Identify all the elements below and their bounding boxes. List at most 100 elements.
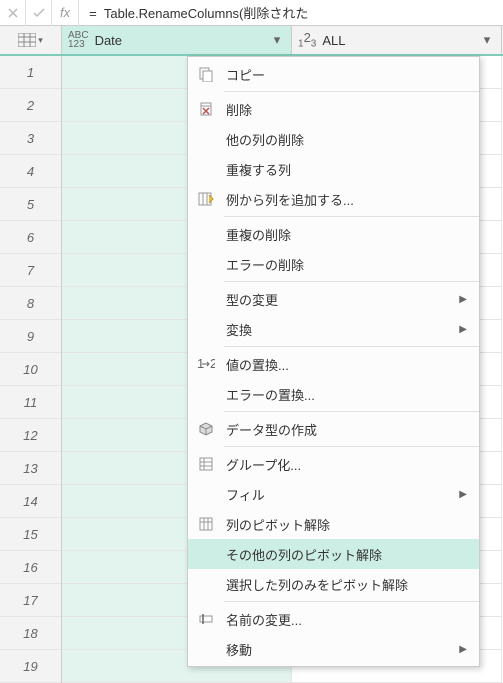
blank-icon — [188, 634, 224, 664]
menu-item[interactable]: 列のピボット解除 — [188, 509, 479, 539]
menu-item[interactable]: 型の変更▶ — [188, 284, 479, 314]
row-headers: 12345678910111213141516171819 — [0, 56, 62, 683]
menu-separator — [224, 411, 479, 412]
menu-item-label: コピー — [224, 65, 471, 84]
menu-item[interactable]: その他の列のピボット解除 — [188, 539, 479, 569]
submenu-arrow-icon: ▶ — [459, 644, 471, 655]
menu-item[interactable]: 変換▶ — [188, 314, 479, 344]
formula-bar: fx = Table.RenameColumns(削除された — [0, 0, 503, 26]
row-header[interactable]: 13 — [0, 452, 61, 485]
column-name-label: ALL — [322, 33, 479, 48]
menu-item-label: 重複する列 — [224, 160, 471, 179]
copy-icon — [188, 59, 224, 89]
menu-item[interactable]: データ型の作成 — [188, 414, 479, 444]
blank-icon — [188, 219, 224, 249]
menu-item-label: その他の列のピボット解除 — [224, 545, 471, 564]
menu-item-label: 他の列の削除 — [224, 130, 471, 149]
formula-confirm-button[interactable] — [26, 0, 52, 26]
menu-separator — [224, 216, 479, 217]
menu-item-label: 選択した列のみをピボット解除 — [224, 575, 471, 594]
column-context-menu: コピー削除他の列の削除重複する列例から列を追加する...重複の削除エラーの削除型… — [187, 56, 480, 667]
row-header[interactable]: 18 — [0, 617, 61, 650]
menu-item[interactable]: フィル▶ — [188, 479, 479, 509]
menu-item-label: 名前の変更... — [224, 610, 471, 629]
menu-item-label: 移動 — [224, 640, 459, 659]
row-header[interactable]: 1 — [0, 56, 61, 89]
select-all-corner[interactable]: ▾ — [0, 26, 62, 54]
row-header[interactable]: 5 — [0, 188, 61, 221]
blank-icon — [188, 249, 224, 279]
formula-cancel-button[interactable] — [0, 0, 26, 26]
menu-item-label: 例から列を追加する... — [224, 190, 471, 209]
submenu-arrow-icon: ▶ — [459, 324, 471, 335]
menu-item[interactable]: 選択した列のみをピボット解除 — [188, 569, 479, 599]
datatype-icon — [188, 414, 224, 444]
menu-item[interactable]: エラーの削除 — [188, 249, 479, 279]
row-header[interactable]: 7 — [0, 254, 61, 287]
menu-item-label: 重複の削除 — [224, 225, 471, 244]
blank-icon — [188, 379, 224, 409]
type-any-icon: ABC123 — [68, 31, 89, 49]
menu-item-label: 型の変更 — [224, 290, 459, 309]
row-header[interactable]: 15 — [0, 518, 61, 551]
blank-icon — [188, 479, 224, 509]
menu-item-label: 削除 — [224, 100, 471, 119]
menu-item[interactable]: 名前の変更... — [188, 604, 479, 634]
blank-icon — [188, 539, 224, 569]
row-header[interactable]: 8 — [0, 287, 61, 320]
row-header[interactable]: 16 — [0, 551, 61, 584]
row-header[interactable]: 14 — [0, 485, 61, 518]
menu-item[interactable]: 重複の削除 — [188, 219, 479, 249]
replace-icon: 12 — [188, 349, 224, 379]
dropdown-icon: ▾ — [38, 35, 43, 46]
menu-separator — [224, 601, 479, 602]
blank-icon — [188, 569, 224, 599]
menu-item[interactable]: 重複する列 — [188, 154, 479, 184]
rename-icon — [188, 604, 224, 634]
menu-item[interactable]: 例から列を追加する... — [188, 184, 479, 214]
menu-separator — [224, 446, 479, 447]
row-header[interactable]: 4 — [0, 155, 61, 188]
filter-dropdown-icon[interactable]: ▾ — [269, 32, 285, 48]
blank-icon — [188, 314, 224, 344]
menu-item[interactable]: エラーの置換... — [188, 379, 479, 409]
column-header-all[interactable]: 123ALL▾ — [292, 26, 502, 54]
group-icon — [188, 449, 224, 479]
column-header-date[interactable]: ABC123 Date▾ — [62, 26, 292, 54]
row-header[interactable]: 3 — [0, 122, 61, 155]
add-col-example-icon — [188, 184, 224, 214]
delete-icon — [188, 94, 224, 124]
table-icon — [18, 33, 36, 47]
svg-text:2: 2 — [210, 357, 215, 371]
menu-item-label: 列のピボット解除 — [224, 515, 471, 534]
menu-item[interactable]: コピー — [188, 59, 479, 89]
menu-item[interactable]: 12値の置換... — [188, 349, 479, 379]
row-header[interactable]: 17 — [0, 584, 61, 617]
blank-icon — [188, 124, 224, 154]
blank-icon — [188, 154, 224, 184]
blank-icon — [188, 284, 224, 314]
menu-item[interactable]: 他の列の削除 — [188, 124, 479, 154]
menu-item-label: グループ化... — [224, 455, 471, 474]
menu-separator — [224, 281, 479, 282]
menu-item[interactable]: 削除 — [188, 94, 479, 124]
menu-separator — [224, 346, 479, 347]
submenu-arrow-icon: ▶ — [459, 489, 471, 500]
row-header[interactable]: 2 — [0, 89, 61, 122]
row-header[interactable]: 10 — [0, 353, 61, 386]
fx-label: fx — [52, 0, 79, 26]
grid-header-row: ▾ ABC123Date▾123ALL▾ — [0, 26, 503, 56]
menu-separator — [224, 91, 479, 92]
menu-item[interactable]: 移動▶ — [188, 634, 479, 664]
row-header[interactable]: 6 — [0, 221, 61, 254]
menu-item-label: データ型の作成 — [224, 420, 471, 439]
menu-item[interactable]: グループ化... — [188, 449, 479, 479]
formula-text[interactable]: = Table.RenameColumns(削除された — [79, 3, 308, 22]
filter-dropdown-icon[interactable]: ▾ — [479, 32, 495, 48]
menu-item-label: 変換 — [224, 320, 459, 339]
row-header[interactable]: 9 — [0, 320, 61, 353]
row-header[interactable]: 11 — [0, 386, 61, 419]
row-header[interactable]: 19 — [0, 650, 61, 683]
row-header[interactable]: 12 — [0, 419, 61, 452]
column-name-label: Date — [95, 33, 269, 48]
